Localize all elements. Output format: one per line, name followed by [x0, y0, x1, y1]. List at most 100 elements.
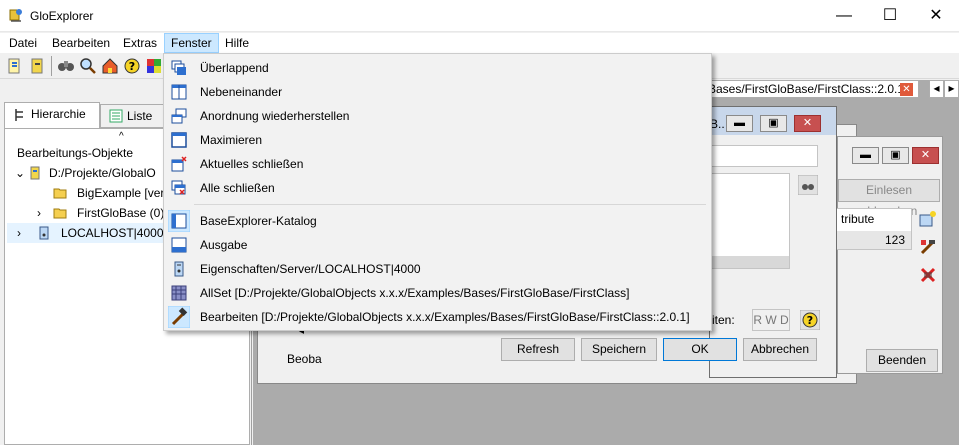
open-server-icon[interactable]	[28, 56, 48, 76]
tree-item-firstglobase[interactable]: › FirstGloBase (0)	[37, 203, 164, 223]
edit-hammer-icon	[168, 306, 190, 328]
dialog-b: ▬ ▣ ✕ Einlesen abbrechen tribute 123 Bee…	[836, 136, 943, 374]
observer-label: Beoba	[287, 352, 322, 366]
app-title: GloExplorer	[30, 9, 94, 23]
toolbar-separator	[51, 56, 52, 76]
attribute-column-header: tribute	[841, 212, 875, 226]
binoculars-icon[interactable]	[798, 175, 818, 195]
output-icon	[171, 237, 187, 253]
menu-item-baseexplorer-katalog[interactable]: BaseExplorer-Katalog	[166, 209, 709, 233]
menu-item-label: Aktuelles schließen	[200, 157, 304, 171]
title-bar: GloExplorer — ☐ ✕	[0, 0, 959, 32]
folder-icon	[53, 208, 67, 219]
close-all-icon	[171, 180, 186, 195]
menu-fenster[interactable]: Fenster	[164, 33, 219, 53]
tree-icon	[15, 109, 23, 121]
new-attribute-icon[interactable]	[918, 209, 938, 229]
allset-icon	[171, 285, 187, 301]
menu-item-nebeneinander[interactable]: Nebeneinander	[166, 80, 709, 104]
list-scrollbar[interactable]	[711, 256, 789, 268]
menu-item-maximieren[interactable]: Maximieren	[166, 128, 709, 152]
menu-item-label: Anordnung wiederherstellen	[200, 109, 350, 123]
collapsed-chevron-icon[interactable]: ›	[17, 223, 21, 243]
help-icon[interactable]: ?	[800, 310, 820, 330]
menu-item-label: Eigenschaften/Server/LOCALHOST|4000	[200, 262, 421, 276]
minimize-icon: —	[836, 7, 852, 24]
minimize-button[interactable]: —	[821, 0, 867, 32]
tab-firstclass-document[interactable]: Bases/FirstGloBase/FirstClass::2.0.1] ✕	[699, 80, 919, 98]
dialog-b-restore-button[interactable]: ▣	[882, 147, 909, 164]
menu-item-ausgabe[interactable]: Ausgabe	[166, 233, 709, 257]
cancel-button[interactable]: Abbrechen	[743, 338, 817, 361]
maximize-button[interactable]: ☐	[867, 0, 913, 32]
tree-item-label: FirstGloBase (0)	[77, 206, 165, 220]
end-button[interactable]: Beenden	[866, 349, 938, 372]
menu-item-allset[interactable]: AllSet [D:/Projekte/GlobalObjects x.x.x/…	[166, 281, 709, 305]
menu-bearbeiten[interactable]: Bearbeiten	[46, 33, 116, 53]
close-tab-icon[interactable]: ✕	[900, 83, 913, 96]
open-base-icon[interactable]	[5, 56, 25, 76]
tree-item-label: D:/Projekte/GlobalO	[49, 166, 156, 180]
dialog-a-minimize-button[interactable]: ▬	[726, 115, 753, 132]
tile-icon	[171, 84, 187, 100]
house-icon[interactable]	[100, 56, 120, 76]
tree-item-projekte[interactable]: ⌄ D:/Projekte/GlobalO	[15, 163, 156, 183]
base-folder-icon	[30, 166, 40, 180]
menu-item-label: Alle schließen	[200, 181, 275, 195]
help-icon[interactable]: ?	[122, 56, 142, 76]
folder-icon	[53, 188, 67, 199]
menu-item-label: Überlappend	[200, 61, 269, 75]
menu-item-bearbeiten-firstclass[interactable]: Bearbeiten [D:/Projekte/GlobalObjects x.…	[166, 305, 709, 329]
menu-item-label: Maximieren	[200, 133, 263, 147]
collapse-caret-icon[interactable]: ^	[119, 131, 124, 142]
menu-item-label: BaseExplorer-Katalog	[200, 214, 317, 228]
rights-rwd-field[interactable]: R W D	[752, 309, 790, 331]
dialog-a-list[interactable]	[710, 173, 790, 269]
dialog-b-minimize-button[interactable]: ▬	[852, 147, 879, 164]
menu-bar: Datei Bearbeiten Extras Fenster Hilfe	[0, 33, 959, 53]
magnifier-icon[interactable]	[78, 56, 98, 76]
palette-icon[interactable]	[144, 56, 164, 76]
collapsed-chevron-icon[interactable]: ›	[37, 206, 41, 220]
dialog-a-title: B..	[710, 117, 725, 131]
menu-item-ueberlappend[interactable]: Überlappend	[166, 56, 709, 80]
dialog-b-close-button[interactable]: ✕	[912, 147, 939, 164]
close-window-icon	[171, 156, 187, 172]
tab-scroll-left-button[interactable]: ◂	[929, 80, 944, 98]
tab-scroll-right-button[interactable]: ▸	[944, 80, 959, 98]
tab-liste[interactable]: Liste	[100, 104, 166, 128]
save-button[interactable]: Speichern	[581, 338, 657, 361]
rights-label: iten:	[712, 313, 735, 327]
ok-button[interactable]: OK	[663, 338, 737, 361]
attribute-table[interactable]: tribute 123	[836, 208, 912, 250]
attribute-cell: 123	[837, 231, 911, 249]
menu-item-label: Ausgabe	[200, 238, 248, 252]
menu-separator	[194, 204, 706, 205]
read-abort-button[interactable]: Einlesen abbrechen	[838, 179, 940, 218]
refresh-button[interactable]: Refresh	[501, 338, 575, 361]
dialog-a-close-button[interactable]: ✕	[794, 115, 821, 132]
menu-extras[interactable]: Extras	[117, 33, 163, 53]
cascade-icon	[171, 60, 186, 75]
menu-item-aktuelles-schliessen[interactable]: Aktuelles schließen	[166, 152, 709, 176]
delete-attribute-icon[interactable]	[918, 265, 938, 285]
menu-item-alle-schliessen[interactable]: Alle schließen	[166, 176, 709, 200]
menu-item-label: Nebeneinander	[200, 85, 283, 99]
expanded-chevron-icon[interactable]: ⌄	[15, 166, 25, 180]
menu-datei[interactable]: Datei	[3, 33, 43, 53]
edit-attribute-icon[interactable]	[918, 237, 938, 257]
tab-hierarchie-label: Hierarchie	[31, 107, 86, 121]
menu-item-anordnung[interactable]: Anordnung wiederherstellen	[166, 104, 709, 128]
tab-hierarchie[interactable]: Hierarchie	[4, 102, 100, 129]
close-icon: ✕	[929, 7, 943, 24]
dialog-a-restore-button[interactable]: ▣	[760, 115, 787, 132]
menu-hilfe[interactable]: Hilfe	[219, 33, 255, 53]
close-button[interactable]: ✕	[913, 0, 959, 32]
list-icon	[109, 109, 123, 123]
binoculars-icon[interactable]	[56, 56, 76, 76]
menu-item-eigenschaften-server[interactable]: Eigenschaften/Server/LOCALHOST|4000	[166, 257, 709, 281]
menu-item-label: Bearbeiten [D:/Projekte/GlobalObjects x.…	[200, 310, 690, 324]
dialog-a-text-field[interactable]	[710, 145, 818, 167]
server-icon	[39, 226, 49, 240]
catalog-icon	[168, 210, 190, 232]
